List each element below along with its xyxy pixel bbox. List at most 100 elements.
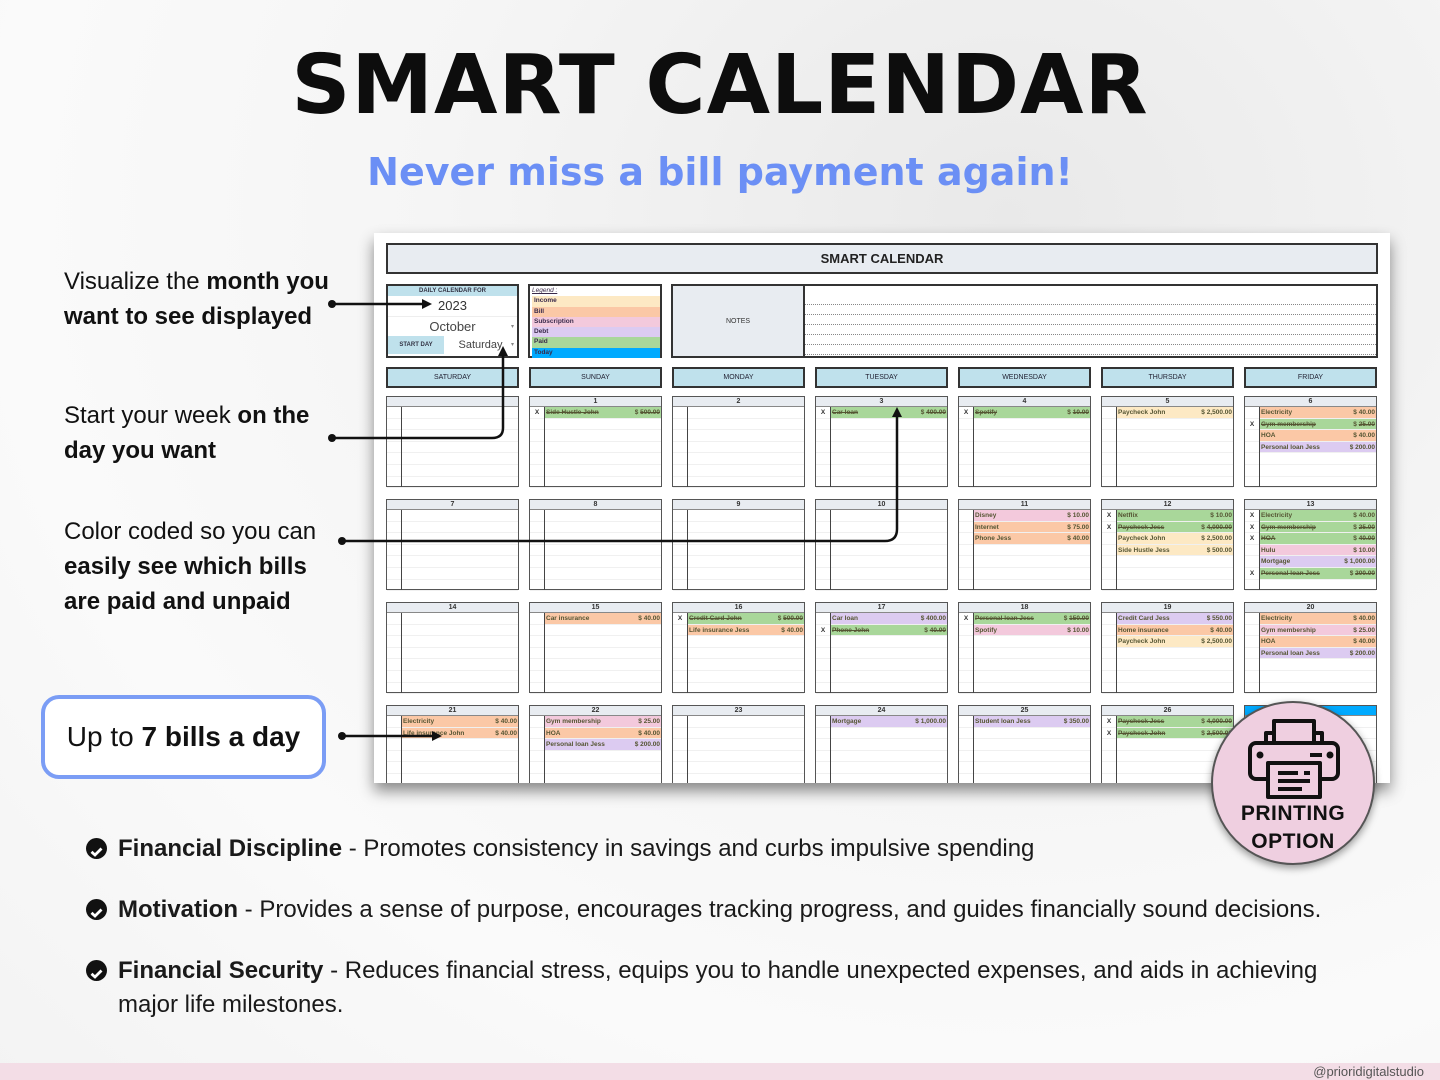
bill-entry[interactable]: Paycheck John $ 2,500.00 <box>1102 407 1233 419</box>
empty-bill-slot[interactable] <box>530 648 661 660</box>
empty-bill-slot[interactable] <box>530 568 661 580</box>
empty-bill-slot[interactable] <box>1102 477 1233 489</box>
empty-bill-slot[interactable] <box>673 568 804 580</box>
paid-mark[interactable] <box>530 716 544 727</box>
bill-entry[interactable]: Phone Jess $ 40.00 <box>959 533 1090 545</box>
paid-mark[interactable] <box>1102 533 1116 544</box>
empty-bill-slot[interactable] <box>816 659 947 671</box>
calendar-day-cell[interactable]: 19 Credit Card Jess $ 550.00 Home insurance… <box>1101 602 1234 695</box>
paid-mark[interactable] <box>959 716 973 727</box>
paid-mark[interactable]: X <box>1102 716 1116 727</box>
bill-entry[interactable]: X Side Hustle John $ 500.00 <box>530 407 661 419</box>
empty-bill-slot[interactable] <box>387 407 518 419</box>
empty-bill-slot[interactable] <box>959 545 1090 557</box>
empty-bill-slot[interactable] <box>959 774 1090 783</box>
empty-bill-slot[interactable] <box>1102 659 1233 671</box>
paid-mark[interactable]: X <box>1245 510 1259 521</box>
calendar-day-cell[interactable]: 22 Gym membership $ 25.00 HOA $ 40.00 Persona… <box>529 705 662 783</box>
empty-bill-slot[interactable] <box>816 683 947 695</box>
bill-entry[interactable]: Personal loan Jess $ 200.00 <box>1245 441 1376 454</box>
paid-mark[interactable] <box>387 716 401 727</box>
empty-bill-slot[interactable] <box>959 751 1090 763</box>
empty-bill-slot[interactable] <box>387 774 518 783</box>
bill-entry[interactable]: HOA $ 40.00 <box>1245 636 1376 648</box>
bill-entry[interactable]: Electricity $ 40.00 <box>1245 613 1376 625</box>
bill-entry[interactable]: Electricity $ 40.00 <box>387 716 518 728</box>
empty-bill-slot[interactable] <box>673 774 804 783</box>
dropdown-arrow-icon[interactable]: ▾ <box>511 317 514 337</box>
empty-bill-slot[interactable] <box>673 683 804 695</box>
calendar-day-cell[interactable]: 24 Mortgage $ 1,000.00 <box>815 705 948 783</box>
paid-mark[interactable] <box>1102 625 1116 636</box>
month-select[interactable]: October ▾ <box>388 316 517 336</box>
empty-bill-slot[interactable] <box>387 613 518 625</box>
empty-bill-slot[interactable] <box>530 636 661 648</box>
empty-bill-slot[interactable] <box>1102 556 1233 568</box>
empty-bill-slot[interactable] <box>816 477 947 489</box>
bill-entry[interactable]: Credit Card Jess $ 550.00 <box>1102 613 1233 625</box>
bill-entry[interactable]: HOA $ 40.00 <box>1245 430 1376 442</box>
calendar-day-cell[interactable]: 16 X Credit Card John $ 500.00 Life insuranc… <box>672 602 805 695</box>
paid-mark[interactable] <box>816 716 830 727</box>
paid-mark[interactable] <box>530 728 544 739</box>
empty-bill-slot[interactable] <box>530 683 661 695</box>
empty-bill-slot[interactable] <box>530 522 661 534</box>
empty-bill-slot[interactable] <box>959 556 1090 568</box>
empty-bill-slot[interactable] <box>673 659 804 671</box>
calendar-day-cell[interactable]: 15 Car insurance $ 40.00 <box>529 602 662 695</box>
calendar-day-cell[interactable]: 8 <box>529 499 662 592</box>
empty-bill-slot[interactable] <box>1245 659 1376 671</box>
empty-bill-slot[interactable] <box>1102 580 1233 592</box>
empty-bill-slot[interactable] <box>1102 465 1233 477</box>
empty-bill-slot[interactable] <box>959 648 1090 660</box>
bill-entry[interactable]: Car loan $ 400.00 <box>816 613 947 625</box>
empty-bill-slot[interactable] <box>959 580 1090 592</box>
empty-bill-slot[interactable] <box>1102 671 1233 683</box>
empty-bill-slot[interactable] <box>673 453 804 465</box>
paid-mark[interactable]: X <box>959 407 973 418</box>
bill-entry[interactable]: Paycheck John $ 2,500.00 <box>1102 533 1233 545</box>
empty-bill-slot[interactable] <box>816 751 947 763</box>
empty-bill-slot[interactable] <box>387 648 518 660</box>
paid-mark[interactable] <box>1245 625 1259 636</box>
calendar-day-cell[interactable]: 2 <box>672 396 805 489</box>
empty-bill-slot[interactable] <box>816 510 947 522</box>
empty-bill-slot[interactable] <box>959 636 1090 648</box>
paid-mark[interactable]: X <box>816 407 830 418</box>
paid-mark[interactable]: X <box>1245 568 1259 579</box>
bill-entry[interactable]: X HOA $ 40.00 <box>1245 533 1376 545</box>
calendar-day-cell[interactable]: 1 X Side Hustle John $ 500.00 <box>529 396 662 489</box>
paid-mark[interactable]: X <box>1245 533 1259 544</box>
empty-bill-slot[interactable] <box>530 625 661 637</box>
empty-bill-slot[interactable] <box>387 556 518 568</box>
calendar-day-cell[interactable] <box>386 396 519 489</box>
empty-bill-slot[interactable] <box>673 751 804 763</box>
paid-mark[interactable] <box>1102 545 1116 556</box>
paid-mark[interactable]: X <box>1245 419 1259 430</box>
empty-bill-slot[interactable] <box>816 453 947 465</box>
bill-entry[interactable]: X Netflix $ 10.00 <box>1102 510 1233 522</box>
paid-mark[interactable] <box>959 510 973 521</box>
empty-bill-slot[interactable] <box>1245 683 1376 695</box>
empty-bill-slot[interactable] <box>530 659 661 671</box>
bill-entry[interactable]: Hulu $ 10.00 <box>1245 544 1376 557</box>
empty-bill-slot[interactable] <box>530 465 661 477</box>
bill-entry[interactable]: Life insurance John $ 40.00 <box>387 727 518 740</box>
empty-bill-slot[interactable] <box>387 522 518 534</box>
empty-bill-slot[interactable] <box>673 407 804 419</box>
empty-bill-slot[interactable] <box>387 683 518 695</box>
empty-bill-slot[interactable] <box>530 762 661 774</box>
empty-bill-slot[interactable] <box>816 568 947 580</box>
paid-mark[interactable] <box>530 613 544 624</box>
empty-bill-slot[interactable] <box>530 671 661 683</box>
empty-bill-slot[interactable] <box>959 659 1090 671</box>
empty-bill-slot[interactable] <box>387 453 518 465</box>
calendar-day-cell[interactable]: 21 Electricity $ 40.00 Life insurance John $… <box>386 705 519 783</box>
empty-bill-slot[interactable] <box>1102 430 1233 442</box>
paid-mark[interactable] <box>1245 407 1259 418</box>
bill-entry[interactable]: X Spotify $ 10.00 <box>959 407 1090 419</box>
empty-bill-slot[interactable] <box>816 762 947 774</box>
empty-bill-slot[interactable] <box>959 430 1090 442</box>
empty-bill-slot[interactable] <box>1245 453 1376 465</box>
empty-bill-slot[interactable] <box>673 465 804 477</box>
